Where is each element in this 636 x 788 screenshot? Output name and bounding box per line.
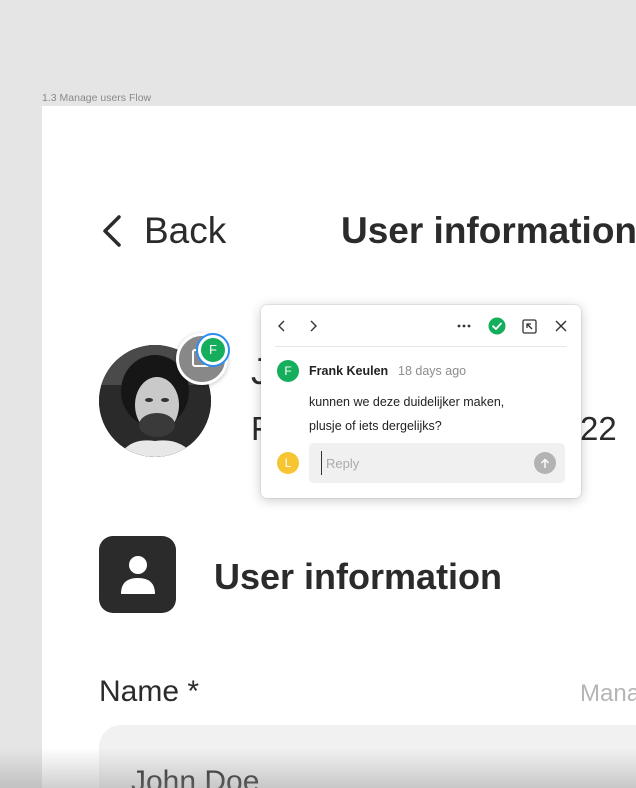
user-number: 22	[580, 410, 617, 447]
reply-input[interactable]	[321, 451, 526, 475]
ellipsis-icon	[457, 324, 471, 328]
reply-user-avatar: L	[277, 452, 299, 474]
comment-toolbar	[261, 305, 581, 347]
comment-author: Frank Keulen	[309, 364, 389, 378]
comment-line: kunnen we deze duidelijker maken,	[309, 395, 505, 409]
check-circle-icon	[488, 317, 506, 335]
chevron-right-icon	[310, 320, 317, 332]
send-button[interactable]	[534, 452, 556, 474]
comment-text: kunnen we deze duidelijker maken, plusje…	[309, 390, 559, 438]
close-icon	[555, 320, 567, 332]
chevron-left-icon	[103, 215, 121, 247]
popout-icon	[521, 318, 537, 334]
comment-popup: F Frank Keulen 18 days ago kunnen we dez…	[261, 305, 581, 498]
resolve-button[interactable]	[487, 316, 507, 336]
comment-pin-badge[interactable]: F	[196, 333, 230, 367]
popout-button[interactable]	[519, 316, 539, 336]
arrow-up-icon	[541, 458, 549, 468]
pin-author-initial: F	[201, 338, 225, 362]
reply-box	[309, 443, 565, 483]
name-input[interactable]: John Doe	[99, 725, 636, 788]
page-title: User information	[341, 210, 636, 251]
back-label: Back	[144, 210, 227, 251]
user-icon	[99, 536, 176, 613]
section-title: User information	[214, 556, 503, 597]
name-field-label: Name *	[99, 675, 200, 708]
close-button[interactable]	[551, 316, 571, 336]
divider	[275, 346, 567, 347]
previous-comment-button[interactable]	[272, 316, 292, 336]
comment-line: plusje of iets dergelijks?	[309, 419, 442, 433]
next-comment-button[interactable]	[303, 316, 323, 336]
frame-label[interactable]: 1.3 Manage users Flow	[42, 92, 151, 104]
back-button[interactable]: Back	[100, 210, 226, 252]
comment-author-avatar: F	[277, 360, 299, 382]
comment-timestamp: 18 days ago	[398, 364, 467, 378]
chevron-left-icon	[278, 320, 285, 332]
name-field-hint: Mana	[580, 680, 636, 707]
more-options-button[interactable]	[454, 316, 474, 336]
